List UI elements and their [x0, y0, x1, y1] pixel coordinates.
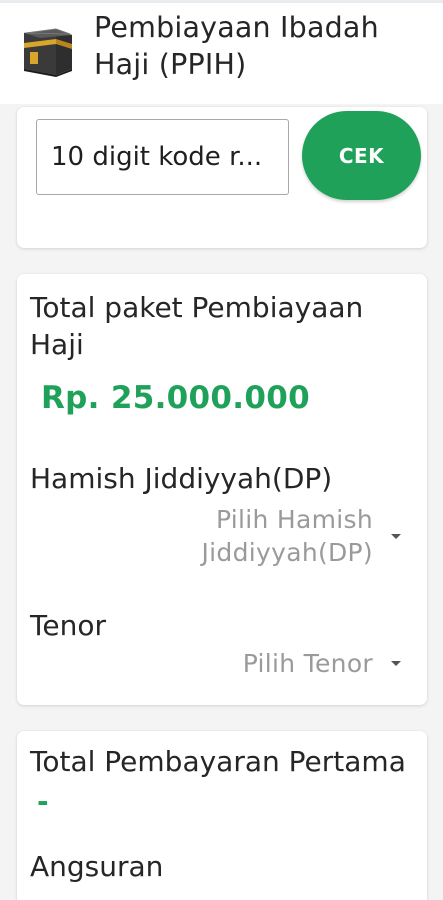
tenor-select[interactable]: Pilih Tenor	[243, 647, 401, 680]
first-payment-value: -	[37, 785, 49, 818]
total-package-label: Total paket Pembiayaan Haji	[30, 291, 364, 361]
dp-select-text: Pilih Hamish Jiddiyyah(DP)	[201, 505, 373, 567]
code-card: CEK	[17, 107, 427, 248]
tenor-select-text: Pilih Tenor	[242, 649, 373, 678]
installment-label: Angsuran	[30, 850, 164, 883]
cek-button[interactable]: CEK	[302, 111, 421, 200]
total-package-amount: Rp. 25.000.000	[41, 380, 310, 416]
dp-label: Hamish Jiddiyyah(DP)	[30, 462, 333, 495]
code-input[interactable]	[36, 119, 289, 195]
kaaba-icon	[24, 28, 72, 77]
app-screen: Pembiayaan Ibadah Haji (PPIH) CEK Total …	[0, 0, 443, 900]
chevron-down-icon	[391, 533, 401, 539]
header-top-line	[0, 0, 443, 3]
first-payment-label: Total Pembayaran Pertama	[30, 745, 406, 778]
page-title: Pembiayaan Ibadah Haji (PPIH)	[94, 11, 379, 81]
dp-select[interactable]: Pilih Hamish Jiddiyyah(DP)	[183, 503, 401, 569]
payment-card: Total Pembayaran Pertama - Angsuran	[17, 731, 427, 900]
package-card: Total paket Pembiayaan Haji Rp. 25.000.0…	[17, 274, 427, 705]
chevron-down-icon	[391, 661, 401, 666]
tenor-label: Tenor	[30, 609, 106, 642]
app-header: Pembiayaan Ibadah Haji (PPIH)	[0, 0, 443, 104]
